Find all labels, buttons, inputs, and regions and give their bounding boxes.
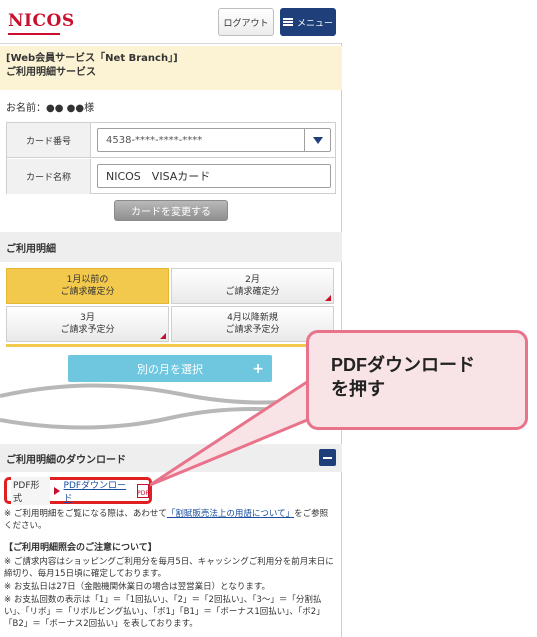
logout-button[interactable]: ログアウト xyxy=(218,8,274,36)
tab-underline xyxy=(6,344,336,347)
pdf-format-label: PDF形式 xyxy=(11,476,50,505)
card-name-label: カード名称 xyxy=(7,159,91,194)
header: NICOS ログアウト メニュー xyxy=(0,0,342,44)
callout-line: を押す xyxy=(331,379,385,399)
card-number-label: カード番号 xyxy=(7,123,91,157)
notice-item: ※ ご請求内容はショッピングご利用分を毎月5日、キャッシングご利用分を前月末日に… xyxy=(4,557,334,579)
nicos-logo: NICOS xyxy=(8,11,75,31)
corner-marker-icon xyxy=(160,333,166,339)
callout-text: PDFダウンロード を押す xyxy=(331,353,475,401)
card-number-row: カード番号 4538-****-****-**** xyxy=(7,123,335,158)
tab-line: 4月以降新規 xyxy=(227,313,278,323)
terms-link[interactable]: 「割賦販売法上の用語について」 xyxy=(167,509,294,519)
tab-line: 2月 xyxy=(245,275,260,285)
menu-icon xyxy=(282,18,293,26)
tab-line: ご請求予定分 xyxy=(225,325,280,335)
statement-section-title: ご利用明細 xyxy=(0,232,342,262)
select-month-label: 別の月を選択 xyxy=(137,362,203,376)
menu-button[interactable]: メニュー xyxy=(280,8,336,36)
chevron-down-icon xyxy=(304,129,330,151)
user-name: お名前：●● ●●様 xyxy=(6,103,95,114)
corner-marker-icon xyxy=(325,295,331,301)
tab-line: 1月以前の xyxy=(66,275,109,285)
service-title: [Web会員サービス「Net Branch」] ご利用明細サービス xyxy=(0,46,342,90)
change-card-button[interactable]: カードを変更する xyxy=(114,200,228,221)
service-title-line1: [Web会員サービス「Net Branch」] xyxy=(6,53,178,64)
tab-line: ご請求予定分 xyxy=(60,325,115,335)
card-table: カード番号 4538-****-****-**** カード名称 NICOS VI… xyxy=(6,122,336,194)
card-number-select[interactable]: 4538-****-****-**** xyxy=(97,128,331,152)
notice-item: ※ お支払回数の表示は「1」＝「1回払い」、「2」＝「2回払い」、「3〜」＝「分… xyxy=(4,595,325,629)
tab-line: ご請求確定分 xyxy=(60,287,115,297)
tab-february[interactable]: 2月ご請求確定分 xyxy=(171,268,334,304)
card-number-value: 4538-****-****-**** xyxy=(106,134,203,146)
tab-march[interactable]: 3月ご請求予定分 xyxy=(6,306,169,342)
tab-before-january[interactable]: 1月以前のご請求確定分 xyxy=(6,268,169,304)
download-section-label: ご利用明細のダウンロード xyxy=(6,454,126,466)
arrow-right-icon xyxy=(53,486,60,495)
instruction-callout: PDFダウンロード を押す xyxy=(306,330,528,430)
service-title-line2: ご利用明細サービス xyxy=(6,67,96,78)
download-note: ※ ご利用明細をご覧になる際は、あわせて「割賦販売法上の用語について」をご参照く… xyxy=(4,508,336,532)
pdf-file-icon: PDF xyxy=(137,483,149,498)
note-prefix: ※ ご利用明細をご覧になる際は、あわせて xyxy=(4,509,167,519)
logo-underline xyxy=(8,33,60,35)
callout-line: PDFダウンロード xyxy=(331,355,475,375)
menu-label: メニュー xyxy=(296,18,333,29)
plus-icon: + xyxy=(252,361,264,377)
pdf-download-row: PDF形式 PDFダウンロード PDF xyxy=(4,476,152,505)
card-name-field: NICOS VISAカード xyxy=(97,164,331,188)
tab-line: ご請求確定分 xyxy=(225,287,280,297)
card-name-row: カード名称 NICOS VISAカード xyxy=(7,159,335,194)
notice-item: ※ お支払日は27日（金融機関休業日の場合は翌営業日）となります。 xyxy=(4,582,271,592)
pdf-download-link[interactable]: PDFダウンロード xyxy=(64,478,133,504)
notice-title: 【ご利用明細照会のご注意について】 xyxy=(4,543,157,553)
statement-tabs: 1月以前の ご請求確定分 2月 ご請求確定分 3月 ご請求予定分 4月以降新規 ご請求予… xyxy=(6,268,336,344)
tab-line: 3月 xyxy=(80,313,95,323)
